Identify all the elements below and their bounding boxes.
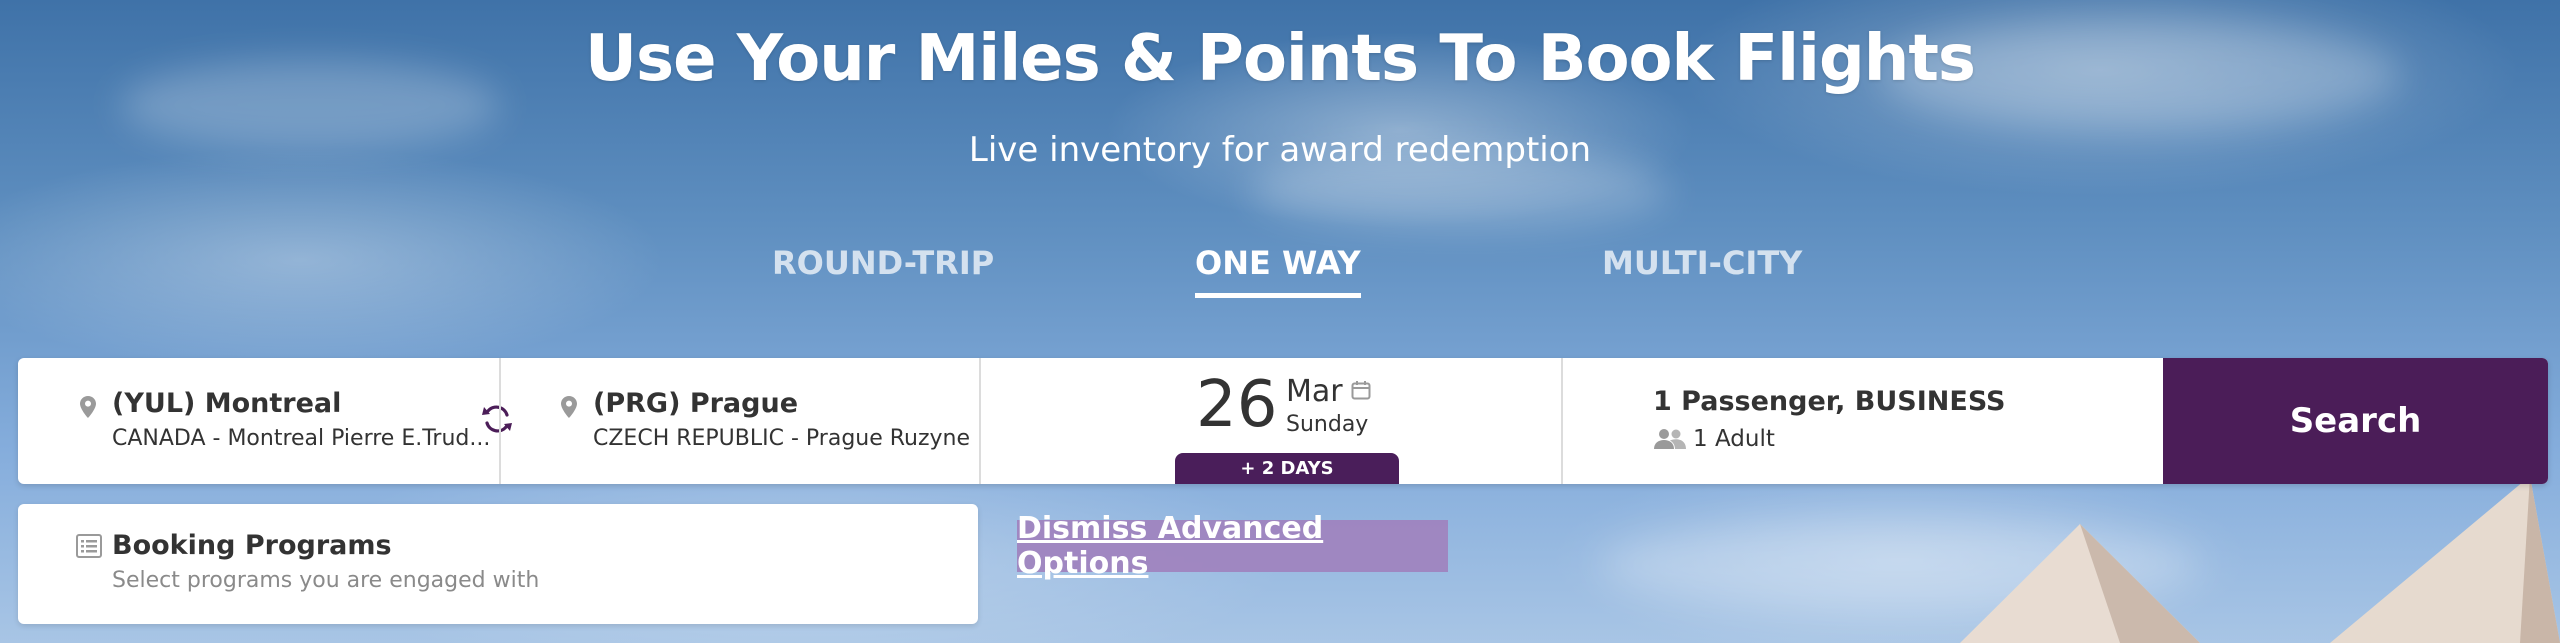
list-icon [76,534,102,558]
people-icon [1654,429,1686,449]
origin-field[interactable]: (YUL) Montreal CANADA - Montreal Pierre … [18,358,512,484]
passenger-detail: 1 Adult [1693,426,1775,452]
map-pin-icon [80,396,96,418]
passenger-summary: 1 Passenger, BUSINESS [1653,386,2006,417]
destination-detail: CZECH REPUBLIC - Prague Ruzyne [593,426,971,451]
dismiss-advanced-options-link[interactable]: Dismiss Advanced Options [1017,511,1448,581]
booking-programs-title: Booking Programs [112,530,392,561]
origin-detail: CANADA - Montreal Pierre E.Trud... [112,426,491,451]
booking-programs-field[interactable]: Booking Programs Select programs you are… [18,504,978,624]
map-pin-icon [561,396,577,418]
destination-title: (PRG) Prague [593,388,799,419]
tab-multi-city[interactable]: MULTI-CITY [1602,244,1802,282]
tab-one-way[interactable]: ONE WAY [1195,244,1361,298]
tab-one-way-label: ONE WAY [1195,244,1361,282]
page-title: Use Your Miles & Points To Book Flights [585,22,1976,96]
booking-programs-subtitle: Select programs you are engaged with [112,568,540,593]
page-subtitle: Live inventory for award redemption [968,130,1592,170]
tab-round-trip[interactable]: ROUND-TRIP [772,244,994,282]
active-tab-underline [1195,293,1361,298]
trip-type-tabs: ROUND-TRIP ONE WAY MULTI-CITY [0,244,2560,298]
date-offset-badge: + 2 DAYS [1175,453,1399,484]
passengers-field[interactable]: 1 Passenger, BUSINESS 1 Adult [1563,358,2163,484]
date-day: 26 [1196,368,1278,442]
background-peak [1960,524,2200,643]
calendar-icon [1351,381,1371,400]
origin-title: (YUL) Montreal [112,388,342,419]
date-field[interactable]: 26 Mar Sunday + 2 DAYS [981,358,1561,484]
date-month: Mar [1286,374,1343,409]
date-weekday: Sunday [1286,412,1369,437]
destination-field[interactable]: (PRG) Prague CZECH REPUBLIC - Prague Ruz… [501,358,979,484]
search-button[interactable]: Search [2163,358,2548,484]
background-peak [2330,476,2560,643]
